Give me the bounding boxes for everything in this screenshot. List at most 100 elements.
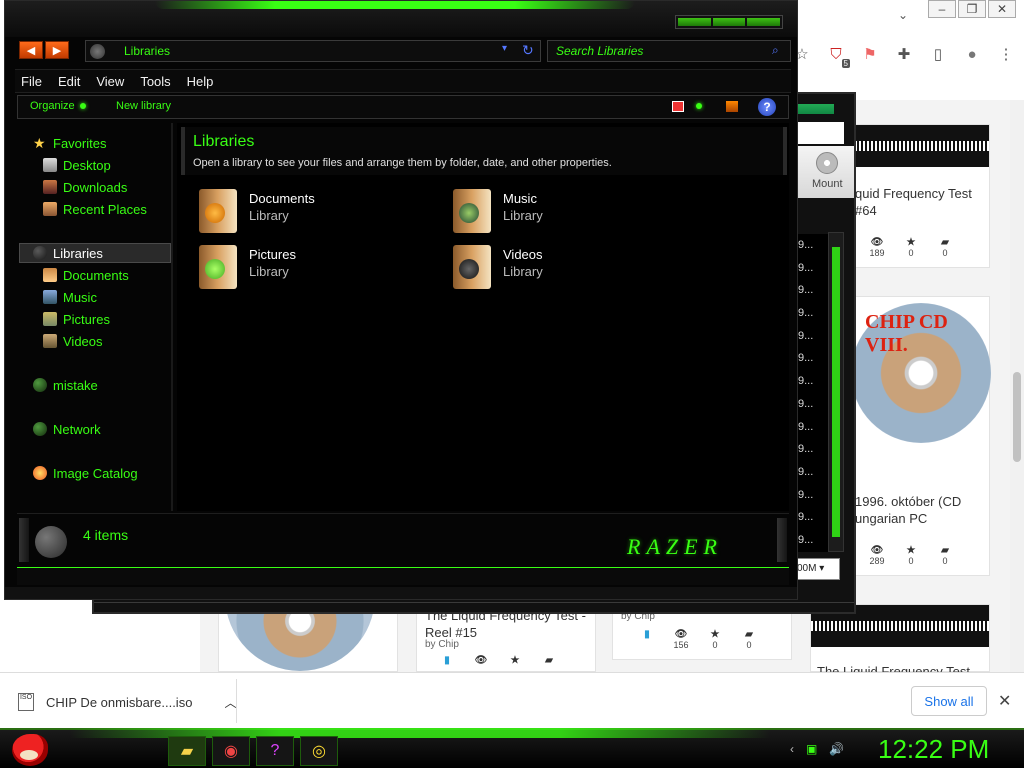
menu-file[interactable]: File [21, 74, 42, 89]
list-item[interactable]: 9... [794, 461, 828, 484]
list-item[interactable]: 9... [794, 234, 828, 257]
list-item[interactable]: 9... [794, 302, 828, 325]
menu-view[interactable]: View [96, 74, 124, 89]
nav-lib-music[interactable]: Music [43, 287, 97, 307]
chevron-down-icon[interactable]: ▾ [502, 43, 507, 54]
audio-icon: ▮ [444, 655, 450, 666]
toolbar-strip [794, 122, 844, 144]
nav-desktop[interactable]: Desktop [43, 155, 111, 175]
details-frame-left [19, 518, 29, 562]
library-pictures[interactable]: Pictures Library [199, 243, 439, 291]
library-videos[interactable]: Videos Library [453, 243, 693, 291]
view-dropdown-icon[interactable] [696, 103, 702, 109]
cd-label: CHIP CD VIII. [865, 311, 948, 356]
close-button[interactable] [747, 18, 781, 26]
card-title[interactable]: quid Frequency Test #64 [855, 185, 989, 219]
forward-button[interactable]: ▶ [45, 41, 69, 59]
taskbar-disc[interactable]: ◎ [300, 736, 338, 766]
action-center-icon[interactable]: ▣ [806, 742, 817, 756]
list-item[interactable]: 9... [794, 257, 828, 280]
nav-lib-pictures[interactable]: Pictures [43, 309, 110, 329]
list-item[interactable]: 9... [794, 416, 828, 439]
refresh-icon[interactable]: ↻ [522, 42, 534, 59]
list-item[interactable]: 9... [794, 438, 828, 461]
card-title[interactable]: The Liquid Frequency Test [817, 663, 987, 672]
scrollbar-thumb[interactable] [1013, 372, 1021, 462]
nav-lib-videos[interactable]: Videos [43, 331, 103, 351]
library-music[interactable]: Music Library [453, 187, 693, 235]
show-all-button[interactable]: Show all [911, 686, 987, 716]
download-item[interactable]: ISO CHIP De onmisbare....iso ︿ [18, 693, 236, 711]
download-file-name[interactable]: CHIP De onmisbare....iso [46, 695, 192, 710]
view-options-icon[interactable] [672, 101, 684, 112]
back-button[interactable]: ◀ [19, 41, 43, 59]
star-icon: ★ [33, 135, 46, 151]
list-item[interactable]: 9... [794, 279, 828, 302]
feed-card[interactable]: The Liquid Frequency Test [810, 604, 990, 672]
stars-stat: ★ [503, 655, 527, 666]
extension-badge-icon[interactable]: ⛉ 5 [826, 44, 850, 68]
nav-recent-places[interactable]: Recent Places [43, 199, 147, 219]
more-icon[interactable]: ⋮ [996, 44, 1016, 64]
title-bar[interactable] [5, 1, 797, 37]
videos-icon [43, 334, 57, 348]
menu-help[interactable]: Help [187, 74, 214, 89]
address-bar[interactable]: Libraries ▾ ↻ [85, 40, 541, 62]
homegroup-icon [33, 378, 47, 392]
minimize-button[interactable] [678, 18, 711, 26]
menu-tools[interactable]: Tools [140, 74, 170, 89]
scrollbar-thumb[interactable] [832, 247, 840, 537]
taskbar-chrome[interactable]: ◉ [212, 736, 250, 766]
search-box[interactable]: ⌕ [547, 40, 791, 62]
menu-edit[interactable]: Edit [58, 74, 80, 89]
help-icon[interactable]: ? [758, 98, 776, 116]
restore-icon[interactable]: ❐ [958, 0, 986, 18]
puzzle-icon[interactable]: ✚ [894, 44, 914, 64]
taskbar-explorer[interactable]: ▰ [168, 736, 206, 766]
taskbar-help[interactable]: ? [256, 736, 294, 766]
list-item[interactable]: 9... [794, 506, 828, 529]
flag-icon[interactable]: ⚑ [860, 44, 880, 64]
list-item[interactable]: 9... [794, 529, 828, 552]
profile-icon[interactable]: ● [962, 44, 982, 64]
nav-lib-documents[interactable]: Documents [43, 265, 129, 285]
search-icon[interactable]: ⌕ [772, 43, 779, 58]
nav-favorites[interactable]: ★ Favorites [33, 133, 106, 153]
list-item[interactable]: 9... [794, 370, 828, 393]
show-hidden-icon[interactable]: ‹ [790, 742, 794, 756]
close-icon[interactable]: ✕ [998, 691, 1011, 711]
clock[interactable]: 12:22 PM [878, 734, 989, 765]
size-select[interactable]: 00M ▾ [794, 558, 840, 580]
list-scrollbar[interactable] [828, 232, 844, 552]
library-documents[interactable]: Documents Library [199, 187, 439, 235]
new-library-button[interactable]: New library [116, 100, 171, 112]
card-author[interactable]: by Chip [425, 639, 459, 650]
nav-downloads[interactable]: Downloads [43, 177, 127, 197]
page-scrollbar[interactable] [1010, 100, 1024, 672]
help-icon: ? [270, 742, 280, 759]
maximize-button[interactable] [712, 18, 746, 26]
list-item[interactable]: 9... [794, 393, 828, 416]
chevron-down-icon[interactable]: ⌄ [898, 8, 908, 22]
nav-image-catalog[interactable]: Image Catalog [33, 463, 138, 483]
minimize-icon[interactable]: – [928, 0, 956, 18]
start-button[interactable] [6, 730, 56, 768]
list-item[interactable]: 9... [794, 325, 828, 348]
library-type: Library [503, 208, 543, 223]
preview-pane-icon[interactable] [726, 101, 738, 112]
list-item[interactable]: 9... [794, 484, 828, 507]
mount-button[interactable]: Mount [794, 146, 854, 198]
close-icon[interactable]: ✕ [988, 0, 1016, 18]
nav-mistake[interactable]: mistake [33, 375, 98, 395]
nav-network[interactable]: Network [33, 419, 101, 439]
nav-libraries[interactable]: Libraries [33, 243, 103, 263]
address-text[interactable]: Libraries [124, 44, 170, 58]
list-item[interactable]: 9... [794, 347, 828, 370]
search-input[interactable] [556, 43, 766, 59]
sidepanel-icon[interactable]: ▯ [928, 44, 948, 64]
card-title[interactable]: 1996. október (CD ungarian PC [855, 493, 989, 527]
volume-icon[interactable]: 🔊 [829, 742, 844, 756]
chevron-up-icon[interactable]: ︿ [224, 694, 236, 711]
organize-button[interactable]: Organize [30, 100, 75, 112]
organize-dropdown-icon[interactable] [80, 103, 86, 109]
